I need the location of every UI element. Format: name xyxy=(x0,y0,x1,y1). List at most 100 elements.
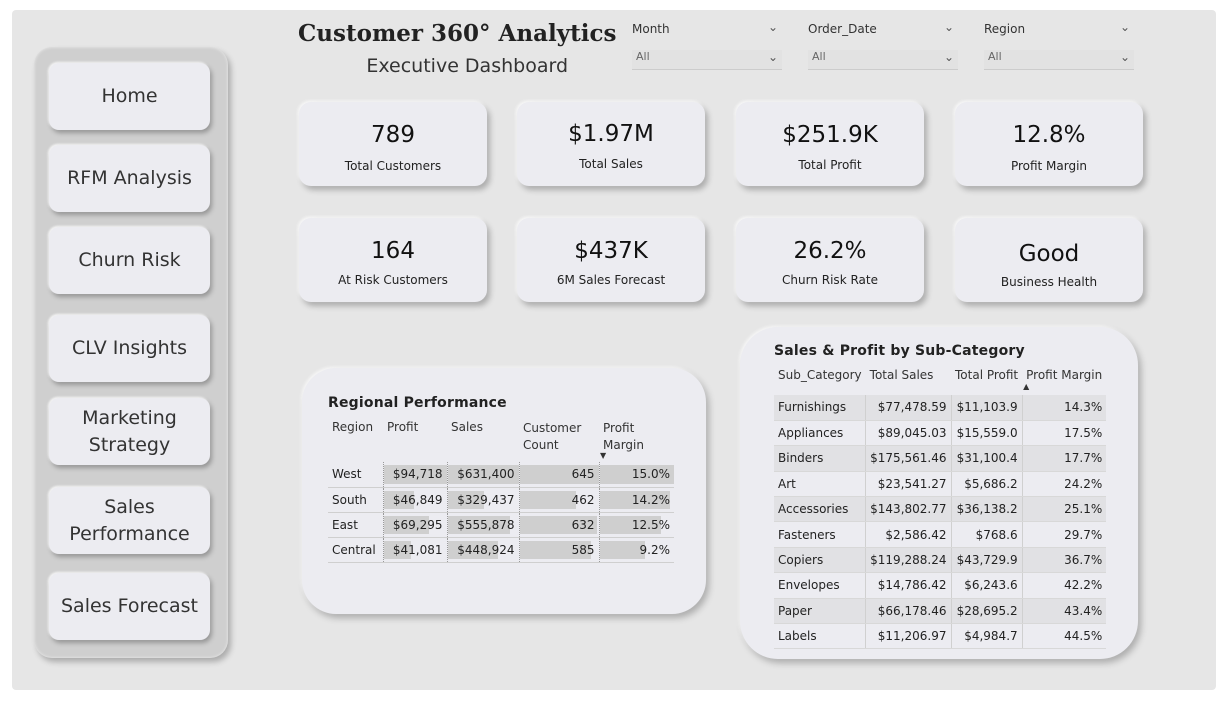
table-cell-sales: $89,045.03 xyxy=(865,420,951,447)
column-header-region[interactable]: Region xyxy=(328,420,383,462)
cell-value: $41,081 xyxy=(392,542,443,557)
chevron-down-icon[interactable]: ⌄ xyxy=(768,50,778,64)
table-row[interactable]: Envelopes $14,786.42 $6,243.6 42.2% xyxy=(774,572,1107,599)
nav-label: Home xyxy=(101,85,158,107)
table-cell-margin: 12.5% xyxy=(598,512,674,538)
nav-button-sales-performance[interactable]: Sales Performance xyxy=(49,487,210,554)
column-header-profit-margin[interactable]: Profit Margin ▼ xyxy=(599,420,674,462)
kpi-label: At Risk Customers xyxy=(338,273,448,287)
kpi-label: Total Sales xyxy=(579,157,643,171)
data-bar xyxy=(519,490,577,509)
sort-descending-icon[interactable]: ▼ xyxy=(600,451,606,460)
table-cell-margin: 14.3% xyxy=(1021,395,1107,421)
table-row[interactable]: East $69,295 $555,878 632 12.5% xyxy=(328,512,674,538)
slicer-month[interactable]: Month ⌄ All ⌄ xyxy=(632,20,782,70)
nav-label: Sales Performance xyxy=(69,495,190,545)
kpi-churn-risk-rate: 26.2% Churn Risk Rate xyxy=(736,218,924,302)
chevron-down-icon[interactable]: ⌄ xyxy=(1120,50,1130,64)
cell-value: 12.5% xyxy=(631,517,670,532)
table-row[interactable]: West $94,718 $631,400 645 15.0% xyxy=(328,462,674,488)
nav-button-home[interactable]: Home xyxy=(49,63,210,130)
slicer-region[interactable]: Region ⌄ All ⌄ xyxy=(984,20,1134,70)
table-cell-profit: $768.6 xyxy=(950,521,1023,548)
cell-value: South xyxy=(332,492,367,507)
regional-table-body: West $94,718 $631,400 645 15.0% South $46,849 $… xyxy=(328,462,674,563)
table-row[interactable]: Art $23,541.27 $5,686.2 24.2% xyxy=(774,471,1107,498)
table-cell-name: Furnishings xyxy=(774,395,866,421)
table-cell-sales: $23,541.27 xyxy=(865,471,951,498)
table-cell-profit: $94,718 xyxy=(382,462,447,488)
column-header-total-profit[interactable]: Total Profit xyxy=(951,368,1022,395)
kpi-at-risk-customers: 164 At Risk Customers xyxy=(299,218,487,302)
table-row[interactable]: Paper $66,178.46 $28,695.2 43.4% xyxy=(774,598,1107,625)
kpi-sales-forecast: $437K 6M Sales Forecast xyxy=(517,218,705,302)
kpi-value: $251.9K xyxy=(782,122,878,148)
table-cell-sales: $77,478.59 xyxy=(865,395,951,421)
table-cell-name: Accessories xyxy=(774,496,866,523)
sort-ascending-icon[interactable]: ▲ xyxy=(1023,382,1029,391)
table-row[interactable]: Fasteners $2,586.42 $768.6 29.7% xyxy=(774,521,1107,548)
table-row[interactable]: Accessories $143,802.77 $36,138.2 25.1% xyxy=(774,496,1107,523)
column-header-profit[interactable]: Profit xyxy=(383,420,447,462)
table-cell-sales: $14,786.42 xyxy=(865,572,951,599)
table-cell-margin: 17.7% xyxy=(1021,445,1107,472)
column-header-sub-category[interactable]: Sub_Category xyxy=(774,368,866,395)
slicer-dropdown[interactable]: All ⌄ xyxy=(808,50,958,70)
table-row[interactable]: South $46,849 $329,437 462 14.2% xyxy=(328,487,674,513)
table-cell-margin: 25.1% xyxy=(1021,496,1107,523)
chevron-down-icon[interactable]: ⌄ xyxy=(1120,20,1130,34)
nav-button-rfm-analysis[interactable]: RFM Analysis xyxy=(49,145,210,212)
table-row[interactable]: Central $41,081 $448,924 585 9.2% xyxy=(328,537,674,563)
table-cell-customers: 632 xyxy=(518,512,599,538)
slicer-order-date[interactable]: Order_Date ⌄ All ⌄ xyxy=(808,20,958,70)
kpi-value: 26.2% xyxy=(793,238,867,264)
table-cell-sales: $631,400 xyxy=(446,462,519,488)
column-header-total-sales[interactable]: Total Sales xyxy=(866,368,951,395)
subcategory-title: Sales & Profit by Sub-Category xyxy=(774,343,1025,359)
table-cell-name: Envelopes xyxy=(774,572,866,599)
table-cell-profit: $5,686.2 xyxy=(950,471,1023,498)
slicer-dropdown[interactable]: All ⌄ xyxy=(984,50,1134,70)
chevron-down-icon[interactable]: ⌄ xyxy=(944,50,954,64)
kpi-label: Profit Margin xyxy=(1010,159,1088,173)
slicer-label: Region xyxy=(984,22,1026,36)
table-cell-margin: 42.2% xyxy=(1021,572,1107,599)
subcategory-table: Sub_Category Total Sales Total Profit Pr… xyxy=(774,368,1107,650)
slicer-label: Month xyxy=(632,22,670,36)
nav-button-marketing-strategy[interactable]: Marketing Strategy xyxy=(49,398,210,465)
slicer-label: Order_Date xyxy=(808,22,877,36)
cell-value: 632 xyxy=(571,517,595,532)
column-header-customer-count[interactable]: Customer Count xyxy=(519,420,599,462)
kpi-value: $1.97M xyxy=(568,121,654,147)
chevron-down-icon[interactable]: ⌄ xyxy=(944,20,954,34)
column-header-profit-margin[interactable]: Profit Margin ▲ xyxy=(1022,368,1106,395)
table-cell-profit: $69,295 xyxy=(382,512,447,538)
table-cell-sales: $175,561.46 xyxy=(865,445,951,472)
table-row[interactable]: Copiers $119,288.24 $43,729.9 36.7% xyxy=(774,547,1107,574)
column-header-sales[interactable]: Sales xyxy=(447,420,519,462)
dashboard-title: Customer 360° Analytics xyxy=(298,20,617,47)
table-cell-margin: 36.7% xyxy=(1021,547,1107,574)
kpi-total-customers: 789 Total Customers xyxy=(299,102,487,186)
table-cell-profit: $46,849 xyxy=(382,487,447,513)
chevron-down-icon[interactable]: ⌄ xyxy=(768,20,778,34)
kpi-total-profit: $251.9K Total Profit xyxy=(736,102,924,186)
slicer-dropdown[interactable]: All ⌄ xyxy=(632,50,782,70)
table-row[interactable]: Furnishings $77,478.59 $11,103.9 14.3% xyxy=(774,395,1107,421)
nav-button-churn-risk[interactable]: Churn Risk xyxy=(49,227,210,294)
table-row[interactable]: Appliances $89,045.03 $15,559.0 17.5% xyxy=(774,420,1107,447)
table-row[interactable]: Binders $175,561.46 $31,100.4 17.7% xyxy=(774,445,1107,472)
table-row[interactable]: Labels $11,206.97 $4,984.7 44.5% xyxy=(774,623,1107,650)
cell-value: $46,849 xyxy=(392,492,443,507)
nav-label: Churn Risk xyxy=(78,249,181,271)
nav-button-clv-insights[interactable]: CLV Insights xyxy=(49,315,210,382)
table-cell-margin: 24.2% xyxy=(1021,471,1107,498)
kpi-total-sales: $1.97M Total Sales xyxy=(517,102,705,186)
nav-button-sales-forecast[interactable]: Sales Forecast xyxy=(49,573,210,640)
table-cell-margin: 29.7% xyxy=(1021,521,1107,548)
table-cell-profit: $41,081 xyxy=(382,537,447,563)
cell-value: $329,437 xyxy=(457,492,515,507)
cell-value: 15.0% xyxy=(631,467,670,482)
kpi-value: 12.8% xyxy=(1012,122,1086,148)
table-cell-sales: $555,878 xyxy=(446,512,519,538)
